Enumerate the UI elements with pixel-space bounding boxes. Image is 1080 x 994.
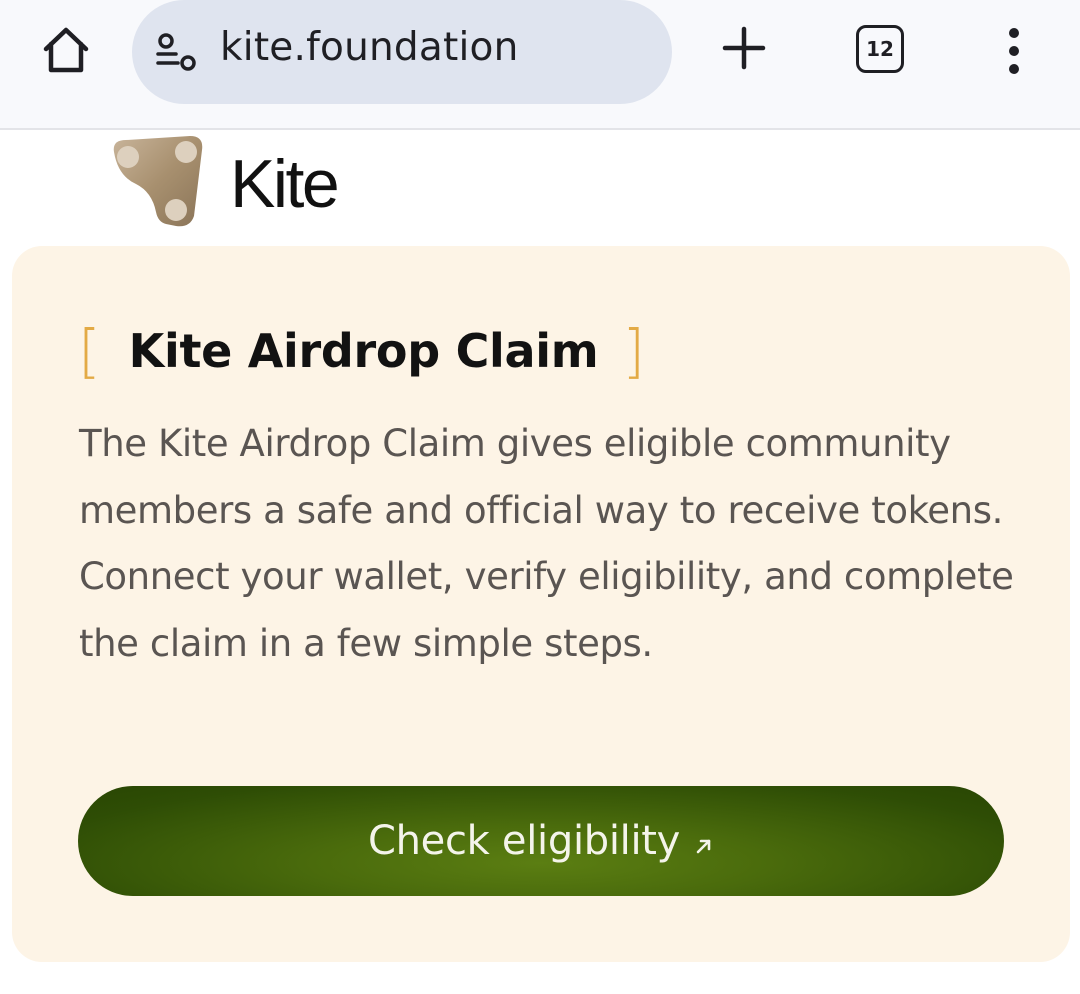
home-button[interactable] xyxy=(30,18,102,82)
more-vert-icon xyxy=(1009,28,1019,74)
airdrop-claim-card: [ Kite Airdrop Claim ] The Kite Airdrop … xyxy=(12,246,1070,962)
site-name[interactable]: Kite xyxy=(230,140,340,228)
card-description: The Kite Airdrop Claim gives eligible co… xyxy=(79,422,1014,665)
url-text[interactable]: kite.foundation xyxy=(220,25,519,70)
tab-switcher-button[interactable]: 12 xyxy=(856,25,904,73)
new-tab-button[interactable] xyxy=(712,16,776,80)
plus-icon xyxy=(722,26,766,70)
card-title: Kite Airdrop Claim xyxy=(128,324,599,378)
arrow-up-right-icon xyxy=(696,839,711,854)
check-eligibility-button[interactable]: Check eligibility xyxy=(78,786,1004,896)
browser-toolbar: kite.foundation 12 xyxy=(0,0,1080,130)
address-bar[interactable]: kite.foundation xyxy=(132,0,672,104)
card-title-row: [ Kite Airdrop Claim ] xyxy=(78,318,645,384)
check-eligibility-label: Check eligibility xyxy=(367,818,681,864)
menu-button[interactable] xyxy=(990,16,1038,86)
title-bracket-close: ] xyxy=(622,317,645,385)
home-icon xyxy=(43,27,89,73)
tab-count: 12 xyxy=(866,37,894,61)
kite-logo-icon[interactable] xyxy=(106,132,208,230)
tune-icon[interactable] xyxy=(154,30,200,74)
title-bracket-open: [ xyxy=(78,317,101,385)
